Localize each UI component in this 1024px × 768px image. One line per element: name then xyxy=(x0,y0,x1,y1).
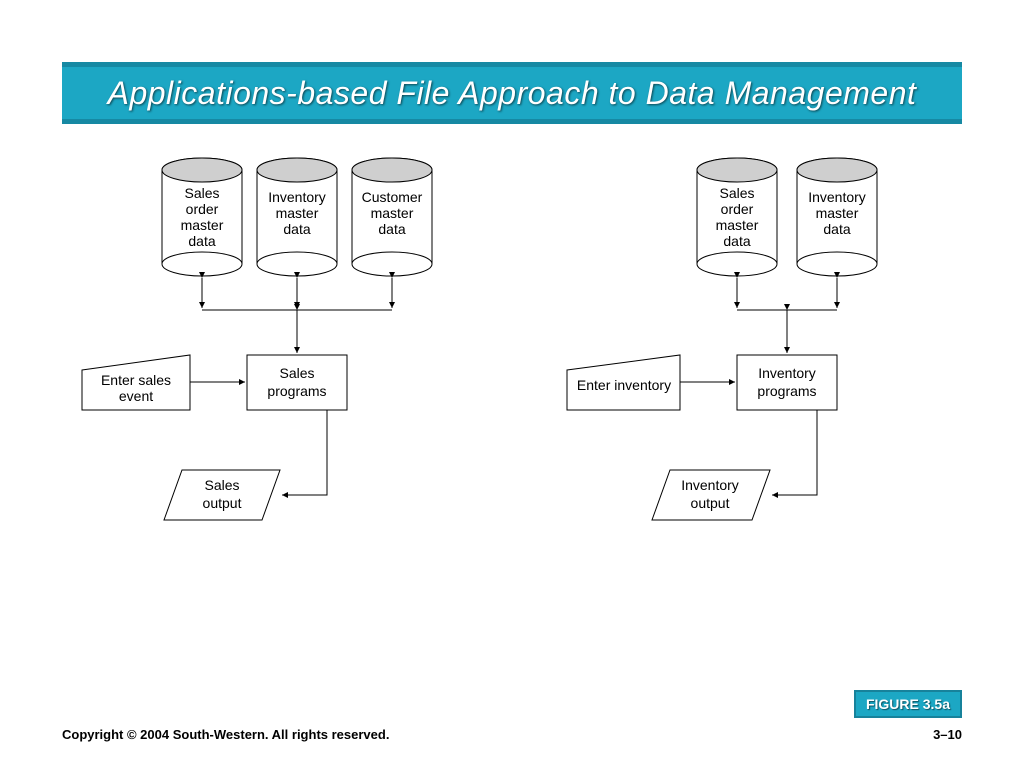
copyright-text: Copyright © 2004 South-Western. All righ… xyxy=(62,727,389,742)
cylinder-customer-master: Customer master data xyxy=(352,158,432,276)
cyl-label: Sales xyxy=(719,185,754,201)
cyl-label: master xyxy=(181,217,224,233)
process-inventory-programs: Inventory programs xyxy=(737,355,837,410)
cyl-label: data xyxy=(188,233,215,249)
page-number: 3–10 xyxy=(933,727,962,742)
diagram-svg: Sales order master data Inventory master… xyxy=(62,150,962,670)
cylinder-inventory-master: Inventory master data xyxy=(257,158,337,276)
process-label: Inventory xyxy=(758,365,816,381)
cyl-label: master xyxy=(371,205,414,221)
cyl-label: master xyxy=(716,217,759,233)
cyl-label: order xyxy=(186,201,219,217)
process-sales-programs: Sales programs xyxy=(247,355,347,410)
output-label: output xyxy=(691,495,730,511)
input-label: event xyxy=(119,388,153,404)
cylinder-inventory-master-r: Inventory master data xyxy=(797,158,877,276)
cyl-label: data xyxy=(283,221,310,237)
input-label: Enter sales xyxy=(101,372,171,388)
output-inventory-output: Inventory output xyxy=(652,470,770,520)
process-label: programs xyxy=(757,383,816,399)
cyl-label: master xyxy=(276,205,319,221)
cylinder-sales-order-master: Sales order master data xyxy=(162,158,242,276)
output-label: Sales xyxy=(204,477,239,493)
slide: Applications-based File Approach to Data… xyxy=(0,0,1024,768)
left-group: Sales order master data Inventory master… xyxy=(82,158,432,520)
cyl-label: data xyxy=(378,221,405,237)
cyl-label: Inventory xyxy=(268,189,326,205)
cyl-label: Inventory xyxy=(808,189,866,205)
cyl-label: order xyxy=(721,201,754,217)
output-label: Inventory xyxy=(681,477,739,493)
process-label: Sales xyxy=(279,365,314,381)
figure-badge: FIGURE 3.5a xyxy=(854,690,962,718)
diagram-area: Sales order master data Inventory master… xyxy=(62,150,962,670)
cyl-label: master xyxy=(816,205,859,221)
cyl-label: data xyxy=(723,233,750,249)
output-sales-output: Sales output xyxy=(164,470,280,520)
cyl-label: data xyxy=(823,221,850,237)
output-label: output xyxy=(203,495,242,511)
cyl-label: Customer xyxy=(362,189,423,205)
input-enter-sales-event: Enter sales event xyxy=(82,355,190,410)
input-enter-inventory: Enter inventory xyxy=(567,355,680,410)
right-group: Sales order master data Inventory master… xyxy=(567,158,877,520)
slide-title: Applications-based File Approach to Data… xyxy=(108,75,917,112)
cyl-label: Sales xyxy=(184,185,219,201)
cylinder-sales-order-master-r: Sales order master data xyxy=(697,158,777,276)
slide-title-bar: Applications-based File Approach to Data… xyxy=(62,62,962,124)
input-label: Enter inventory xyxy=(577,377,671,393)
process-label: programs xyxy=(267,383,326,399)
